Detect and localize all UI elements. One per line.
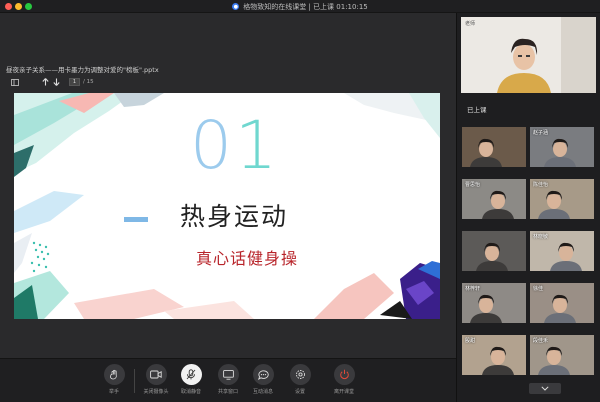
student-video-tile[interactable]: 陈佳怡 [530, 179, 594, 219]
chat-button[interactable]: 互动消息 [243, 364, 283, 395]
teacher-video-tile[interactable]: 老师 [461, 17, 596, 93]
settings-button[interactable]: 设置 [280, 364, 320, 395]
next-page-arrow-icon[interactable] [52, 78, 61, 87]
document-header: 昼夜亲子关系——用卡墨力为调整对爱的"榜板".pptx 1 / 15 [0, 61, 456, 89]
student-name: 段佳禾 [533, 338, 549, 344]
student-video-tile[interactable] [462, 127, 526, 167]
student-name: 赵子涵 [533, 130, 549, 136]
sidebar-toggle-icon[interactable] [10, 78, 19, 87]
student-video [470, 138, 502, 167]
control-bar: 举手 关闭摄像头 取消静音 共享窗口 互动消息 设置 离开课堂 [0, 358, 456, 402]
control-divider [134, 369, 135, 393]
window-title-wrap: ● 格物致知的在线课堂 | 已上课 01:10:15 [0, 0, 600, 13]
slide-heading: 热身运动 [180, 202, 289, 231]
window-titlebar: ● 格物致知的在线课堂 | 已上课 01:10:15 [0, 0, 600, 13]
chat-icon [252, 364, 274, 385]
power-icon [333, 364, 355, 385]
slide-canvas: 01 热身运动 真心话健身操 [14, 93, 440, 319]
participant-panel: 老师 已上课 赵子涵曹思怡 陈佳怡林晓敏林梓轩 徐佳殷甜 段佳禾 [456, 13, 600, 402]
student-video-tile[interactable] [462, 231, 526, 271]
app-logo-icon: ● [232, 3, 240, 10]
student-video-tile[interactable]: 林晓敏 [530, 231, 594, 271]
student-video-tile[interactable]: 曹思怡 [462, 179, 526, 219]
student-video [476, 242, 508, 271]
leave-button[interactable]: 离开课堂 [324, 364, 364, 395]
chat-label: 互动消息 [252, 389, 273, 395]
slide-number: 01 [190, 107, 280, 184]
slide-number-digit-0: 0 [190, 107, 235, 184]
hand-raise-label: 举手 [108, 389, 119, 395]
slide-number-digit-1: 1 [235, 107, 280, 184]
student-video-tile[interactable]: 赵子涵 [530, 127, 594, 167]
student-video-tile[interactable]: 段佳禾 [530, 335, 594, 375]
mic-label: 取消静音 [180, 389, 201, 395]
hand-raise-button[interactable]: 举手 [94, 364, 134, 395]
expand-participants-button[interactable] [529, 383, 561, 394]
student-video-tile[interactable]: 殷甜 [462, 335, 526, 375]
camera-label: 关闭摄像头 [143, 389, 169, 395]
student-video-tile[interactable]: 徐佳 [530, 283, 594, 323]
student-name: 林晓敏 [533, 234, 549, 240]
share-screen-button[interactable]: 共享窗口 [208, 364, 248, 395]
document-filename: 昼夜亲子关系——用卡墨力为调整对爱的"榜板".pptx [6, 66, 159, 74]
share-screen-label: 共享窗口 [217, 389, 238, 395]
slide-dash-accent [124, 217, 148, 222]
student-video-tile[interactable]: 林梓轩 [462, 283, 526, 323]
mic-muted-icon [180, 364, 202, 385]
prev-page-arrow-icon[interactable] [41, 78, 50, 87]
document-toolbar: 1 / 15 [0, 75, 456, 89]
student-name: 林梓轩 [465, 286, 481, 292]
teacher-video [461, 17, 596, 93]
slide-subheading: 真心话健身操 [196, 249, 299, 268]
student-name: 曹思怡 [465, 182, 481, 188]
mic-button[interactable]: 取消静音 [171, 364, 211, 395]
chevron-down-icon [541, 386, 549, 391]
hand-icon [103, 364, 125, 385]
student-name: 陈佳怡 [533, 182, 549, 188]
gear-icon [289, 364, 311, 385]
teacher-name: 老师 [465, 21, 476, 27]
leave-label: 离开课堂 [333, 389, 354, 395]
page-number-input[interactable]: 1 [69, 78, 80, 86]
screen-share-icon [217, 364, 239, 385]
settings-label: 设置 [294, 389, 305, 395]
student-name: 殷甜 [465, 338, 476, 344]
joined-section-label: 已上课 [467, 106, 487, 114]
window-title: 格物致知的在线课堂 | 已上课 01:10:15 [243, 2, 368, 11]
camera-icon [145, 364, 167, 385]
camera-button[interactable]: 关闭摄像头 [136, 364, 176, 395]
student-name: 徐佳 [533, 286, 544, 292]
page-total: / 15 [83, 79, 94, 85]
